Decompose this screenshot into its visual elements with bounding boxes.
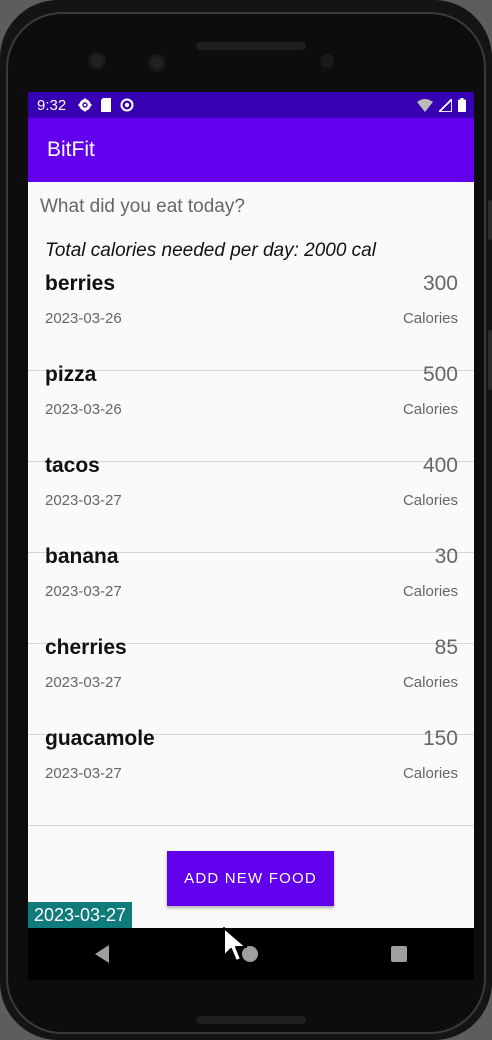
food-date: 2023-03-26 (45, 401, 122, 418)
recent-apps-icon[interactable] (391, 946, 408, 962)
front-camera-secondary (148, 54, 166, 72)
phone-device: 9:32 BitFit What did you eat today? Tota… (0, 0, 492, 1040)
calories-unit: Calories (402, 401, 458, 418)
calories-unit: Calories (402, 674, 458, 691)
add-new-food-button[interactable]: ADD NEW FOOD (167, 851, 334, 906)
list-item[interactable]: berries 2023-03-26 300 Calories (28, 272, 474, 371)
food-calories: 400 (422, 454, 458, 477)
earpiece-speaker (196, 42, 306, 50)
gear-icon (78, 98, 92, 112)
calories-unit: Calories (402, 765, 458, 782)
wifi-icon (417, 98, 433, 112)
food-name: berries (45, 272, 116, 295)
food-list[interactable]: berries 2023-03-26 300 Calories pizza 20… (28, 272, 474, 826)
status-time: 9:32 (37, 96, 67, 114)
list-item[interactable]: cherries 2023-03-27 85 Calories (28, 636, 474, 735)
food-calories: 85 (434, 636, 458, 659)
mouse-cursor-icon (223, 927, 247, 962)
proximity-sensor (320, 54, 334, 68)
calories-unit: Calories (402, 583, 458, 600)
food-name: cherries (45, 636, 127, 659)
app-title: BitFit (47, 138, 95, 161)
food-calories: 150 (422, 727, 458, 750)
list-item[interactable]: banana 2023-03-27 30 Calories (28, 545, 474, 644)
food-date: 2023-03-27 (45, 765, 122, 782)
volume-button (488, 330, 492, 390)
list-item[interactable]: tacos 2023-03-27 400 Calories (28, 454, 474, 553)
food-calories: 30 (434, 545, 458, 568)
total-calories-label: Total calories needed per day: 2000 cal (45, 240, 376, 261)
signal-icon (439, 98, 452, 112)
food-name: guacamole (45, 727, 155, 750)
calories-unit: Calories (402, 492, 458, 509)
battery-icon (458, 98, 466, 112)
food-calories: 300 (422, 272, 458, 295)
date-chip: 2023-03-27 (28, 902, 132, 928)
app-bar: BitFit (28, 118, 474, 182)
food-date: 2023-03-27 (45, 492, 122, 509)
sd-card-icon (101, 98, 112, 112)
main-content: What did you eat today? Total calories n… (28, 182, 474, 928)
list-item[interactable]: guacamole 2023-03-27 150 Calories (28, 727, 474, 826)
food-name: pizza (45, 363, 97, 386)
calories-unit: Calories (402, 310, 458, 327)
do-not-disturb-icon (120, 98, 134, 112)
food-name: banana (45, 545, 119, 568)
food-name: tacos (45, 454, 100, 477)
front-camera (88, 52, 106, 70)
power-button (488, 200, 492, 240)
status-bar: 9:32 (28, 92, 474, 118)
food-date: 2023-03-27 (45, 674, 122, 691)
food-calories: 500 (422, 363, 458, 386)
screen: 9:32 BitFit What did you eat today? Tota… (28, 92, 474, 980)
food-date: 2023-03-26 (45, 310, 122, 327)
food-prompt[interactable]: What did you eat today? (40, 196, 245, 218)
list-item[interactable]: pizza 2023-03-26 500 Calories (28, 363, 474, 462)
back-icon[interactable] (94, 945, 109, 963)
bottom-speaker (196, 1016, 306, 1024)
food-date: 2023-03-27 (45, 583, 122, 600)
navigation-bar (28, 928, 474, 980)
